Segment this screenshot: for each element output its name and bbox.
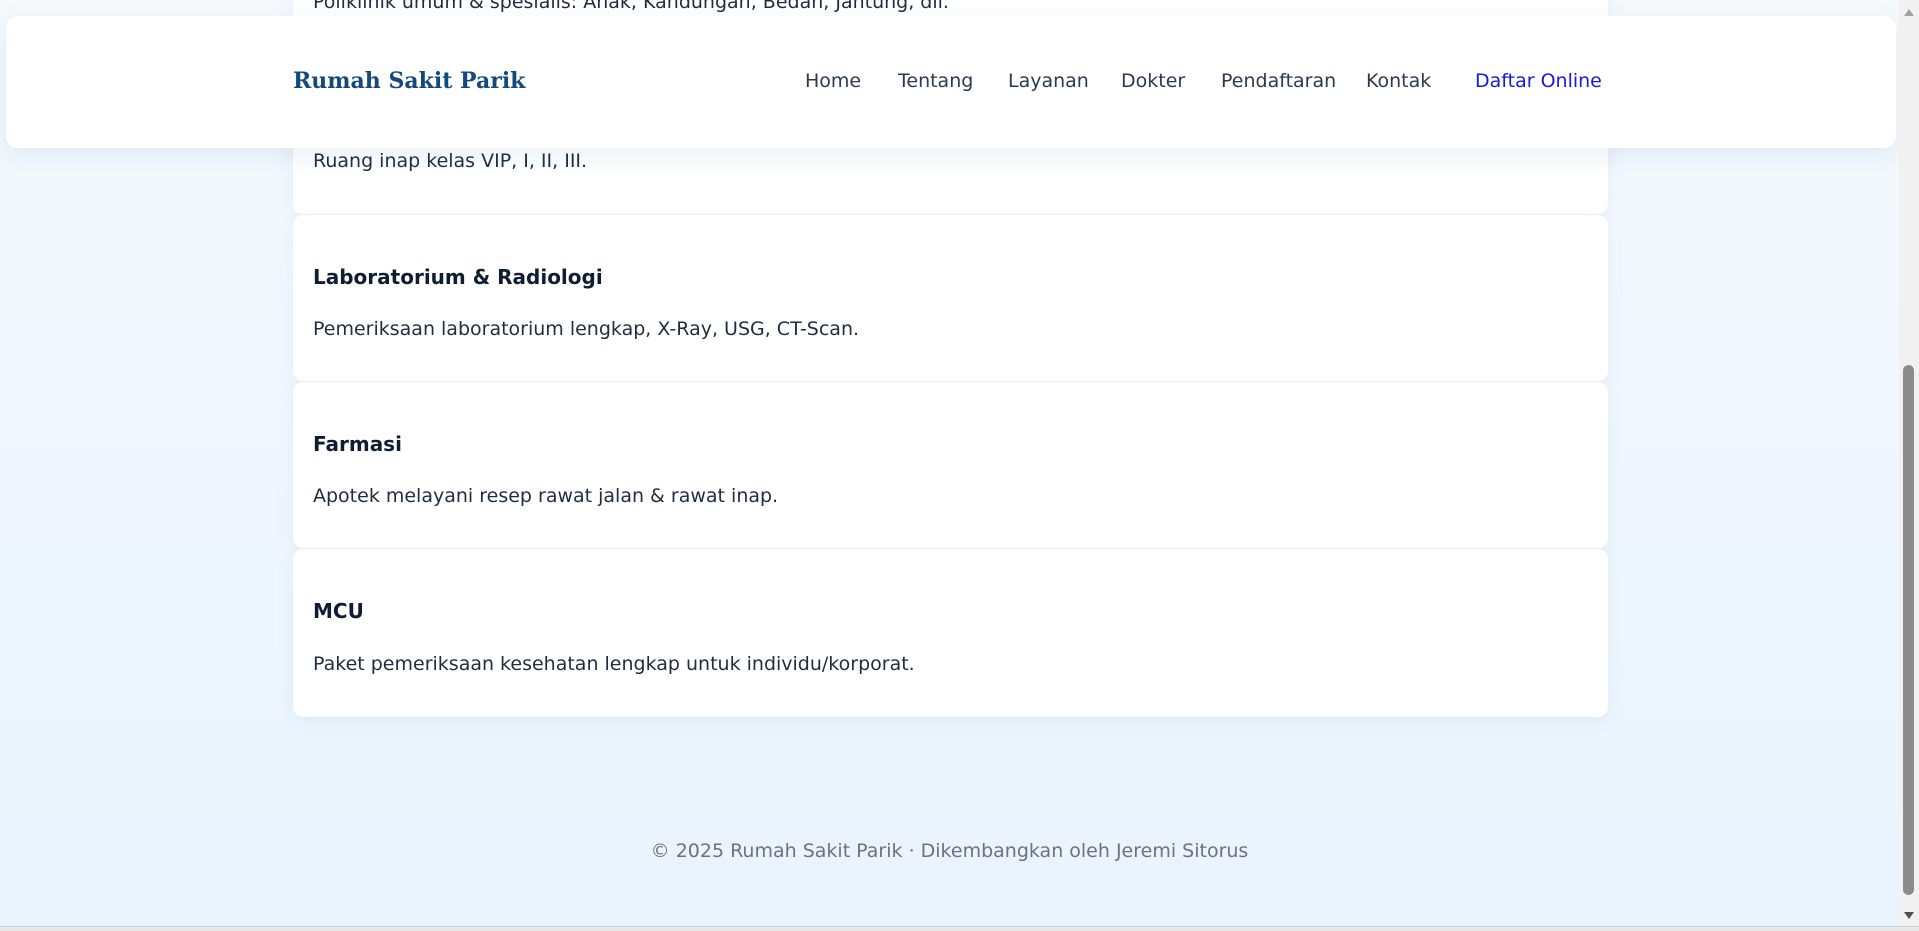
service-card-title: MCU <box>313 599 364 623</box>
nav-pendaftaran[interactable]: Pendaftaran <box>1221 70 1336 92</box>
nav-layanan[interactable]: Layanan <box>1008 70 1089 92</box>
scroll-up-icon[interactable] <box>1904 9 1914 16</box>
site-header: Rumah Sakit Parik Home Tentang Layanan D… <box>6 16 1896 148</box>
service-card-title: Farmasi <box>313 432 402 456</box>
service-card-description: Poliklinik umum & spesialis: Anak, Kandu… <box>313 0 949 13</box>
service-card-description: Pemeriksaan laboratorium lengkap, X-Ray,… <box>313 318 860 340</box>
page-viewport: Poliklinik umum & spesialis: Anak, Kandu… <box>0 0 1899 926</box>
nav-home[interactable]: Home <box>805 70 861 92</box>
scroll-thumb[interactable] <box>1903 365 1914 895</box>
nav-kontak[interactable]: Kontak <box>1366 70 1431 92</box>
nav-dokter[interactable]: Dokter <box>1121 70 1185 92</box>
service-card: MCU Paket pemeriksaan kesehatan lengkap … <box>293 549 1608 717</box>
window-bottom-edge <box>0 926 1919 931</box>
service-card-title: Laboratorium & Radiologi <box>313 265 603 289</box>
service-card-description: Apotek melayani resep rawat jalan & rawa… <box>313 485 779 507</box>
site-footer: © 2025 Rumah Sakit Parik · Dikembangkan … <box>650 840 1249 862</box>
vertical-scrollbar[interactable] <box>1899 0 1919 926</box>
scroll-down-icon[interactable] <box>1904 912 1914 919</box>
service-card: Farmasi Apotek melayani resep rawat jala… <box>293 382 1608 548</box>
daftar-online-link[interactable]: Daftar Online <box>1475 70 1602 92</box>
service-card: Laboratorium & Radiologi Pemeriksaan lab… <box>293 215 1608 381</box>
service-card-description: Ruang inap kelas VIP, I, II, III. <box>313 150 588 172</box>
nav-tentang[interactable]: Tentang <box>898 70 973 92</box>
service-card-description: Paket pemeriksaan kesehatan lengkap untu… <box>313 653 915 675</box>
main-nav: Home Tentang Layanan Dokter Pendaftaran … <box>6 70 1896 100</box>
